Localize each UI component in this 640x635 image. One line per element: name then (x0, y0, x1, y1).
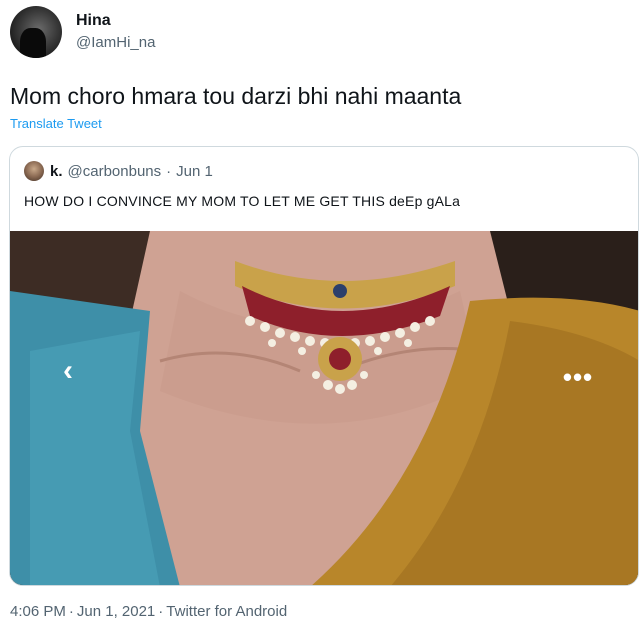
quoted-author-avatar (24, 161, 44, 181)
quoted-media-photo[interactable]: ‹ ••• (10, 231, 638, 585)
author-avatar[interactable] (10, 6, 62, 58)
author-names: Hina @IamHi_na (76, 11, 155, 53)
tweet-date[interactable]: Jun 1, 2021 (77, 603, 155, 620)
quoted-tweet-header: k. @carbonbuns · Jun 1 (24, 161, 213, 181)
quoted-tweet[interactable]: k. @carbonbuns · Jun 1 HOW DO I CONVINCE… (9, 146, 639, 586)
tweet-header: Hina @IamHi_na (10, 6, 155, 58)
quoted-tweet-text: HOW DO I CONVINCE MY MOM TO LET ME GET T… (24, 193, 461, 209)
previous-media-button[interactable]: ‹ (48, 351, 88, 391)
meta-separator: · (68, 603, 74, 620)
translate-tweet-link[interactable]: Translate Tweet (10, 116, 102, 131)
more-options-icon[interactable]: ••• (553, 364, 603, 393)
author-display-name[interactable]: Hina (76, 11, 155, 31)
meta-separator-2: · (158, 603, 164, 620)
tweet-metadata: 4:06 PM · Jun 1, 2021 · Twitter for Android (10, 603, 287, 620)
necklace-photo-illustration (10, 231, 638, 585)
quoted-date: Jun 1 (176, 162, 213, 180)
quoted-author-handle: @carbonbuns (67, 162, 162, 180)
author-handle[interactable]: @IamHi_na (76, 33, 155, 53)
tweet-text: Mom choro hmara tou darzi bhi nahi maant… (10, 83, 462, 109)
quoted-author-name: k. (50, 162, 63, 180)
quoted-separator: · (166, 162, 172, 180)
tweet-source[interactable]: Twitter for Android (166, 603, 287, 620)
tweet-time[interactable]: 4:06 PM (10, 603, 66, 620)
